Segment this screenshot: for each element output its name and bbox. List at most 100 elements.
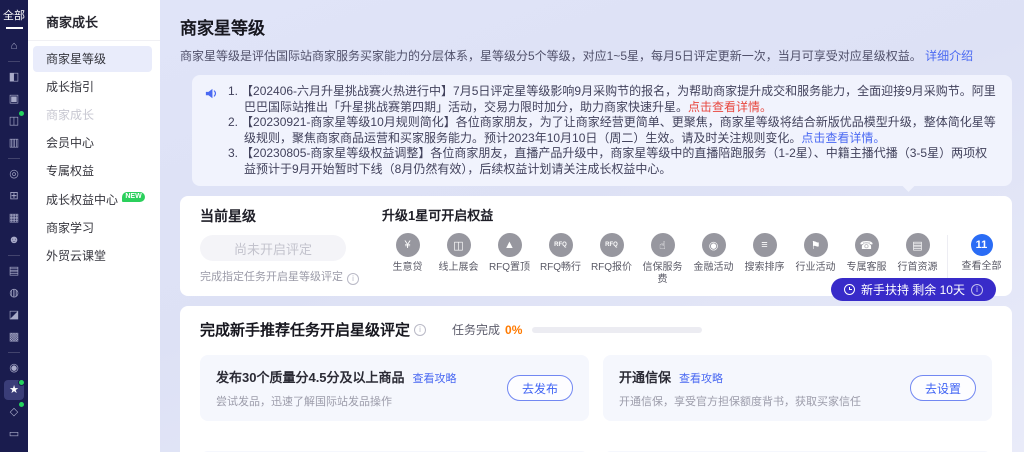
detail-intro-link[interactable]: 详细介绍: [925, 49, 973, 63]
task-title-text: 发布30个质量分4.5分及以上商品: [216, 370, 405, 385]
task-description: 尝试发品，迅速了解国际站发品操作: [216, 396, 392, 408]
rail-all-apps[interactable]: 全部: [3, 7, 25, 23]
task-card-body: 发布30个质量分4.5分及以上商品 查看攻略 尝试发品，迅速了解国际站发品操作: [216, 367, 457, 409]
info-icon[interactable]: i: [347, 272, 359, 285]
rail-item: ◧: [4, 57, 24, 88]
page-title: 商家星等级: [180, 19, 265, 38]
benefit-label: 专属客服: [846, 262, 887, 273]
rail-item: ◪: [4, 304, 24, 326]
package-icon[interactable]: ▣: [4, 89, 24, 109]
task-title-text: 开通信保: [619, 370, 672, 385]
benefit-icon: ≡: [752, 233, 777, 257]
task-guide-link[interactable]: 查看攻略: [413, 373, 457, 385]
storefront-icon[interactable]: ⊞: [4, 186, 24, 206]
rail-group-divider: [8, 352, 20, 353]
benefit-icon: ☝: [650, 233, 675, 257]
growth-sidebar: 商家成长 商家星等级 成长指引 商家成长 会员中心 专属权益 成长权益中心 NE…: [28, 0, 160, 452]
star-level-card: 当前星级 尚未开启评定 完成指定任务开启星等级评定 i 升级1星可开启权益 ¥ 生…: [180, 196, 1012, 301]
announcement-item: 3. 【20230805-商家星等级权益调整】各位商家朋友，直播产品升级中，商家星…: [228, 146, 998, 177]
sidebar-item[interactable]: 成长指引: [33, 74, 152, 100]
sidebar-item[interactable]: 商家成长: [33, 102, 152, 128]
progress-bar: [532, 326, 703, 333]
benefit-item[interactable]: ⚑ 行业活动: [790, 233, 841, 286]
task-action-button[interactable]: 去发布: [506, 375, 573, 401]
store-icon[interactable]: ◧: [4, 67, 24, 87]
finance-icon[interactable]: ▩: [4, 327, 24, 347]
shield-check-icon[interactable]: ◉: [4, 358, 24, 378]
announcement-tail: [902, 179, 915, 192]
sidebar-item[interactable]: 外贸云课堂: [33, 243, 152, 269]
announcement-text: 【20230805-商家星等级权益调整】各位商家朋友，直播产品升级中，商家星等级…: [241, 146, 988, 176]
benefit-item[interactable]: RFQ RFQ畅行: [535, 233, 586, 286]
analytics-icon[interactable]: ▥: [4, 133, 24, 153]
rail-item: ◫: [4, 110, 25, 132]
level-hint: 完成指定任务开启星等级评定 i: [200, 268, 370, 285]
task-card-body: 开通信保 查看攻略 开通信保，享受官方担保额度背书，获取买家信任: [619, 367, 861, 409]
rail-item: ⊞: [4, 185, 24, 207]
rail-group-divider: [8, 158, 20, 159]
megaphone-icon: [204, 86, 219, 106]
view-all-label: 查看全部: [961, 261, 1002, 272]
announcement-number: 1.: [228, 84, 239, 98]
benefit-item[interactable]: ¥ 生意贷: [382, 233, 433, 286]
rail-item: ▣: [4, 88, 24, 110]
growth-star-icon[interactable]: ★: [4, 379, 25, 400]
briefcase-icon[interactable]: ◪: [4, 305, 24, 325]
sidebar-title: 商家成长: [28, 8, 160, 41]
task-description: 开通信保，享受官方担保额度背书，获取买家信任: [619, 396, 861, 408]
tasks-heading: 完成新手推荐任务开启星级评定: [200, 322, 411, 339]
task-title: 发布30个质量分4.5分及以上商品 查看攻略: [216, 367, 457, 386]
benefit-icon: ⚑: [803, 233, 828, 257]
task-guide-link[interactable]: 查看攻略: [679, 373, 723, 385]
new-badge: NEW: [122, 192, 145, 202]
benefit-icon: RFQ: [599, 233, 624, 257]
app-rail: 全部 ⌂ ◧ ▣ ◫ ▥ ◎ ⊞ ▦ ☻ ▤ ◍ ◪ ▩ ◉ ★ ◇ ▭: [0, 0, 28, 452]
benefit-item[interactable]: ☝ 信保服务费: [637, 233, 688, 286]
view-details-link[interactable]: 点击查看详情。: [688, 100, 772, 114]
sidebar-item[interactable]: 成长权益中心 NEW: [33, 186, 152, 213]
sidebar-item-label: 专属权益: [46, 164, 95, 178]
orders-icon[interactable]: ▤: [4, 261, 24, 281]
rail-item: ▤: [4, 251, 24, 282]
benefits-heading: 升级1星可开启权益: [382, 208, 494, 223]
sidebar-item[interactable]: 专属权益: [33, 158, 152, 184]
customers-icon[interactable]: ☻: [4, 230, 24, 250]
view-all-benefits[interactable]: 11 查看全部: [956, 233, 1007, 273]
task-action-button[interactable]: 去设置: [909, 375, 976, 401]
sidebar-item-label: 会员中心: [46, 136, 95, 150]
rail-group-divider: [8, 255, 20, 256]
benefit-label: RFQ报价: [590, 262, 633, 273]
sidebar-item-label: 商家成长: [46, 108, 95, 122]
rail-item: ★: [4, 379, 25, 401]
benefit-item[interactable]: ▲ RFQ置顶: [484, 233, 535, 286]
benefit-icon: ▲: [497, 233, 522, 257]
toolbox-icon[interactable]: ▭: [4, 424, 24, 444]
benefit-label: 搜索排序: [744, 262, 785, 273]
global-icon[interactable]: ◍: [4, 283, 24, 303]
view-details-link[interactable]: 点击查看详情。: [801, 131, 885, 145]
benefit-item[interactable]: ◫ 线上展会: [433, 233, 484, 286]
info-icon[interactable]: i: [971, 283, 983, 296]
task-card: 开通信保 查看攻略 开通信保，享受官方担保额度背书，获取买家信任 去设置: [603, 355, 992, 421]
benefit-item[interactable]: ◉ 金融活动: [688, 233, 739, 286]
rail-item: ▥: [4, 132, 24, 154]
benefits-diamond-icon[interactable]: ◇: [4, 401, 25, 422]
sidebar-item[interactable]: 商家星等级: [33, 46, 152, 72]
rail-item: ▩: [4, 326, 24, 348]
rail-group-divider: [8, 61, 20, 62]
megaphone-icon[interactable]: ◎: [4, 164, 24, 184]
rail-all-underline: [5, 27, 23, 29]
sidebar-item[interactable]: 会员中心: [33, 130, 152, 156]
sidebar-item[interactable]: 商家学习: [33, 215, 152, 241]
info-icon[interactable]: i: [414, 323, 427, 336]
benefit-item[interactable]: RFQ RFQ报价: [586, 233, 637, 286]
current-level-heading: 当前星级: [200, 208, 256, 224]
products-icon[interactable]: ◫: [4, 110, 25, 131]
benefit-item[interactable]: ≡ 搜索排序: [739, 233, 790, 286]
sidebar-item-label: 商家星等级: [46, 52, 107, 66]
rail-item: ◉: [4, 348, 24, 379]
home-icon[interactable]: ⌂: [4, 36, 24, 56]
rail-item: ⌂: [4, 35, 24, 57]
media-icon[interactable]: ▦: [4, 208, 24, 228]
announcement-number: 2.: [228, 115, 239, 129]
